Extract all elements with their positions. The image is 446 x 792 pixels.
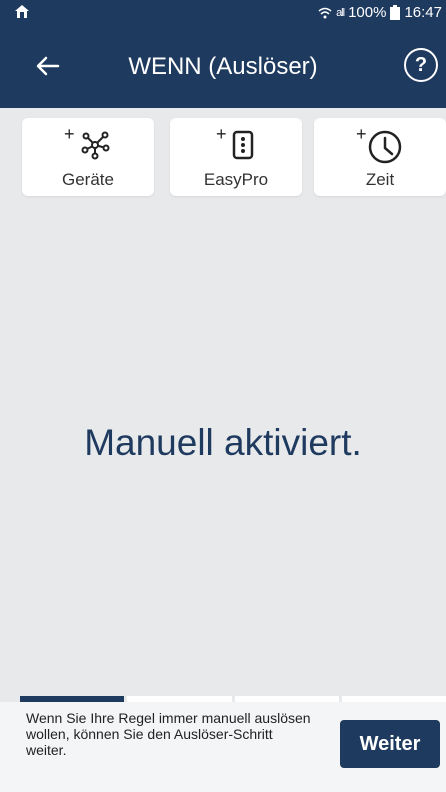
plus-icon: +: [356, 124, 367, 144]
help-button[interactable]: ?: [404, 48, 438, 82]
remote-icon: [232, 130, 254, 160]
trigger-status-text: Manuell aktiviert.: [84, 422, 362, 463]
easypro-card[interactable]: + EasyPro: [170, 118, 302, 196]
next-button[interactable]: Weiter: [340, 720, 440, 768]
page-title: WENN (Auslöser): [128, 53, 318, 80]
hint-text: Wenn Sie Ihre Regel immer manuell auslös…: [26, 710, 311, 758]
status-bar: all 100% 16:47: [0, 0, 446, 26]
status-right: all 100% 16:47: [318, 4, 442, 21]
plus-icon: +: [64, 124, 75, 144]
signal-icon: all: [336, 6, 345, 19]
clock-icon: [368, 130, 402, 164]
time-label: Zeit: [365, 170, 395, 189]
plus-icon: +: [216, 124, 227, 144]
easypro-label: EasyPro: [203, 170, 269, 189]
time-card[interactable]: + Zeit: [314, 118, 446, 196]
devices-card[interactable]: + Geräte: [22, 118, 154, 196]
wifi-icon: [318, 7, 332, 18]
network-icon: [81, 131, 110, 160]
battery-icon: [390, 5, 401, 20]
app-bar: WENN (Auslöser) ?: [0, 26, 446, 108]
battery-percent: 100%: [348, 4, 387, 21]
clock-time: 16:47: [404, 4, 442, 21]
trigger-options: + Geräte + EasyPro + Zeit: [0, 118, 446, 198]
devices-label: Geräte: [62, 170, 114, 189]
home-notification-icon: [15, 5, 29, 18]
footer-bar: Wenn Sie Ihre Regel immer manuell auslös…: [0, 702, 446, 792]
